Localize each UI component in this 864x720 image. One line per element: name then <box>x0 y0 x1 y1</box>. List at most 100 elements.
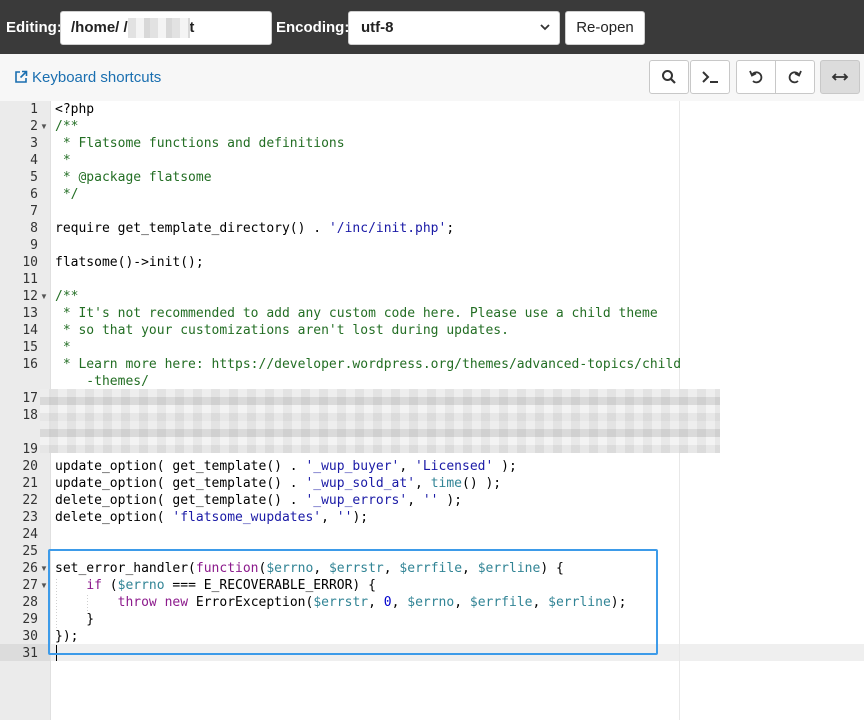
code-line-wrapped: -themes/ <box>55 374 149 389</box>
line-number: 12 <box>22 289 38 304</box>
line-number: 14 <box>22 323 38 338</box>
reopen-button[interactable]: Re-open <box>565 11 645 45</box>
code-token: , <box>415 476 431 491</box>
line-number: 20 <box>22 459 38 474</box>
code-line: */ <box>55 187 79 202</box>
line-number: 18 <box>22 408 38 423</box>
redacted-code-block <box>40 389 720 453</box>
terminal-icon <box>702 71 718 83</box>
fold-arrow-icon[interactable]: ▼ <box>40 577 48 594</box>
line-number: 4 <box>30 153 38 168</box>
editor-header-bar: Editing: /home/ /public_ht Encoding: utf… <box>0 0 864 54</box>
code-token: '' <box>336 510 353 525</box>
code-token: 'flatsome_wupdates' <box>172 510 322 525</box>
line-number: 5 <box>30 170 38 185</box>
line-number: 10 <box>22 255 38 270</box>
line-number: 24 <box>22 527 38 542</box>
wrap-toggle-icon <box>831 73 849 81</box>
redo-icon <box>788 70 802 84</box>
search-icon <box>662 70 676 84</box>
code-line: * @package flatsome <box>55 170 212 185</box>
line-number: 19 <box>22 442 38 457</box>
line-number: 22 <box>22 493 38 508</box>
highlight-annotation-box <box>48 549 658 655</box>
code-token: delete_option( get_template() . <box>55 493 306 508</box>
code-line: update_option( get_template() . '_wup_bu… <box>55 458 517 475</box>
line-number: 6 <box>30 187 38 202</box>
line-number: 30 <box>22 629 38 644</box>
encoding-value: utf-8 <box>361 19 394 36</box>
code-line: /** <box>55 119 79 134</box>
code-token: 'Licensed' <box>415 459 494 474</box>
code-line: update_option( get_template() . '_wup_so… <box>55 475 501 492</box>
encoding-select[interactable]: utf-8 <box>348 11 560 45</box>
editing-label: Editing: <box>6 19 62 36</box>
code-token: '_wup_buyer' <box>305 459 400 474</box>
fold-arrow-icon[interactable]: ▼ <box>40 118 48 135</box>
code-token: ; <box>446 221 455 236</box>
keyboard-shortcuts-label: Keyboard shortcuts <box>32 69 162 86</box>
code-token: require get_template_directory() . <box>55 221 329 236</box>
line-number: 25 <box>22 544 38 559</box>
code-token: '_wup_errors' <box>305 493 408 508</box>
line-number: 28 <box>22 595 38 610</box>
line-number: 1 <box>30 102 38 117</box>
line-number: 15 <box>22 340 38 355</box>
code-token: '_wup_sold_at' <box>305 476 416 491</box>
code-line: * <box>55 340 71 355</box>
code-line: flatsome()->init(); <box>55 255 204 270</box>
code-line: * It's not recommended to add any custom… <box>55 306 658 321</box>
search-button[interactable] <box>649 60 689 94</box>
code-line: * <box>55 153 71 168</box>
code-token: , <box>407 493 423 508</box>
line-number: 3 <box>30 136 38 151</box>
code-line: * Flatsome functions and definitions <box>55 136 345 151</box>
undo-button[interactable] <box>736 60 776 94</box>
line-number: 8 <box>30 221 38 236</box>
code-line: * so that your customizations aren't los… <box>55 323 509 338</box>
code-line: /** <box>55 289 79 304</box>
code-token: () ); <box>462 476 502 491</box>
code-token: '/inc/init.php' <box>328 221 447 236</box>
line-number: 9 <box>30 238 38 253</box>
line-number: 13 <box>22 306 38 321</box>
line-number: 7 <box>30 204 38 219</box>
php-open-tag: <?php <box>55 102 95 117</box>
line-number: 2 <box>30 119 38 134</box>
redo-button[interactable] <box>775 60 815 94</box>
editor-toolbar: Keyboard shortcuts <box>0 54 864 102</box>
line-number: 26 <box>22 561 38 576</box>
line-number: 27 <box>22 578 38 593</box>
code-line: <?php <box>55 101 94 118</box>
encoding-label: Encoding: <box>276 19 350 36</box>
wrap-toggle-button[interactable] <box>820 60 860 94</box>
code-editor[interactable]: 1 2 ▼ 3 4 5 6 7 8 9 10 11 12 ▼ 13 14 15 16… <box>0 101 864 720</box>
code-token: , <box>321 510 337 525</box>
line-number: 16 <box>22 357 38 372</box>
code-token: ); <box>438 493 462 508</box>
code-line: require get_template_directory() . '/inc… <box>55 220 454 237</box>
line-number: 17 <box>22 391 38 406</box>
code-token: update_option( get_template() . <box>55 459 306 474</box>
code-line: * Learn more here: https://developer.wor… <box>55 357 682 372</box>
code-line: delete_option( 'flatsome_wupdates', ''); <box>55 509 368 526</box>
line-number: 21 <box>22 476 38 491</box>
line-number: 23 <box>22 510 38 525</box>
undo-icon <box>749 70 763 84</box>
code-token: delete_option( <box>55 510 173 525</box>
code-token: ); <box>493 459 517 474</box>
code-token: update_option( get_template() . <box>55 476 306 491</box>
line-number: 11 <box>22 272 38 287</box>
code-token: time <box>430 476 462 491</box>
goto-line-button[interactable] <box>690 60 730 94</box>
fold-arrow-icon[interactable]: ▼ <box>40 288 48 305</box>
keyboard-shortcuts-link[interactable]: Keyboard shortcuts <box>14 69 161 86</box>
redacted-path-segment <box>128 18 190 38</box>
code-token: '' <box>422 493 439 508</box>
line-number: 31 <box>22 646 38 661</box>
code-line: delete_option( get_template() . '_wup_er… <box>55 492 462 509</box>
line-number: 29 <box>22 612 38 627</box>
chevron-down-icon <box>539 12 551 56</box>
code-token: , <box>399 459 416 474</box>
fold-arrow-icon[interactable]: ▼ <box>40 560 48 577</box>
